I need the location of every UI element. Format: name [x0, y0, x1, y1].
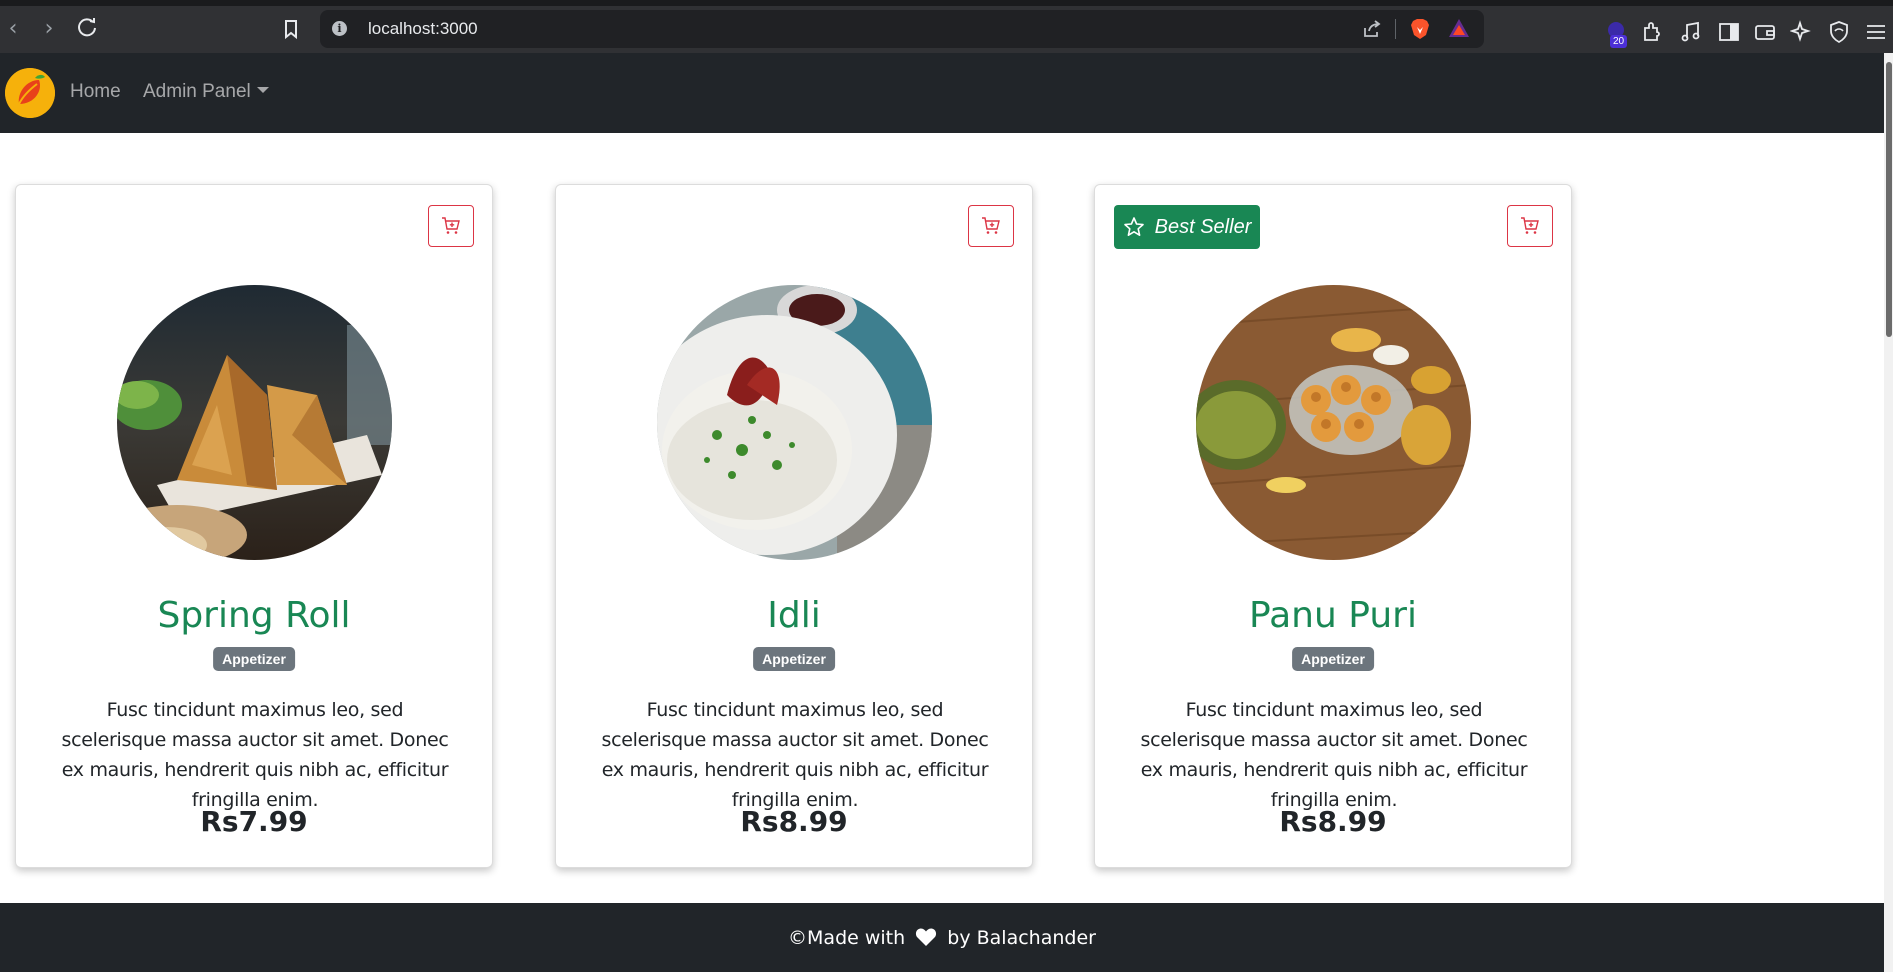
- item-description: Fusc tincidunt maximus leo, sed sceleris…: [1140, 699, 1528, 811]
- food-image: [657, 285, 932, 560]
- add-to-cart-button[interactable]: [1507, 205, 1553, 247]
- cart-plus-icon: [442, 217, 460, 234]
- bookmark-icon[interactable]: [280, 18, 302, 40]
- footer-suffix: by Balachander: [947, 927, 1096, 949]
- caret-down-icon: [256, 87, 269, 93]
- site-info-icon[interactable]: i: [332, 21, 347, 36]
- nav-admin-dropdown[interactable]: Admin Panel: [143, 81, 269, 103]
- star-icon: [1123, 217, 1144, 236]
- vpn-shield-icon[interactable]: [1827, 20, 1851, 44]
- add-to-cart-button[interactable]: [428, 205, 474, 247]
- url-text[interactable]: localhost:3000: [368, 19, 478, 39]
- food-image: [117, 285, 392, 560]
- category-badge: Appetizer: [753, 647, 835, 671]
- cart-plus-icon: [1521, 217, 1539, 234]
- sidebar-icon[interactable]: [1717, 20, 1741, 44]
- brand-logo[interactable]: [5, 68, 55, 118]
- back-icon[interactable]: ‹: [0, 16, 26, 42]
- brave-rewards-icon[interactable]: [1448, 18, 1470, 42]
- app-navbar: Home Admin Panel: [0, 53, 1884, 133]
- menu-card: Spring Roll Appetizer Fusc tincidunt max…: [15, 184, 493, 868]
- item-name: Panu Puri: [1249, 595, 1417, 636]
- add-to-cart-button[interactable]: [968, 205, 1014, 247]
- best-seller-label: Best Seller: [1154, 215, 1252, 238]
- share-icon[interactable]: [1362, 19, 1382, 43]
- footer-prefix: ©Made with: [788, 927, 906, 949]
- page-footer: ©Made with by Balachander: [0, 903, 1884, 972]
- puzzle-icon[interactable]: [1641, 20, 1665, 44]
- menu-icon[interactable]: [1864, 20, 1888, 44]
- brave-shields-icon[interactable]: [1410, 18, 1430, 44]
- menu-card: Best Seller Panu Puri Appetizer Fusc tin…: [1094, 184, 1572, 868]
- scrollbar-thumb[interactable]: [1886, 62, 1892, 337]
- food-image: [1196, 285, 1471, 560]
- browser-toolbar: ‹ › i localhost:3000 20: [0, 0, 1893, 53]
- toolbar-divider: [1395, 19, 1396, 39]
- item-description: Fusc tincidunt maximus leo, sed sceleris…: [61, 699, 449, 811]
- best-seller-badge: Best Seller: [1114, 205, 1260, 249]
- nav-admin-label: Admin Panel: [143, 81, 251, 102]
- extension-badge: 20: [1610, 35, 1628, 48]
- item-name: Spring Roll: [157, 595, 351, 636]
- heart-icon: [915, 906, 937, 976]
- item-name: Idli: [767, 595, 821, 636]
- item-price: Rs8.99: [740, 805, 848, 838]
- music-icon[interactable]: [1679, 20, 1703, 44]
- nav-home-link[interactable]: Home: [70, 81, 121, 103]
- wallet-icon[interactable]: [1753, 20, 1777, 44]
- menu-card: Idli Appetizer Fusc tincidunt maximus le…: [555, 184, 1033, 868]
- cart-plus-icon: [982, 217, 1000, 234]
- category-badge: Appetizer: [1292, 647, 1374, 671]
- category-badge: Appetizer: [213, 647, 295, 671]
- address-bar[interactable]: i localhost:3000: [320, 10, 1484, 48]
- leo-ai-icon[interactable]: [1789, 20, 1814, 44]
- forward-icon[interactable]: ›: [36, 16, 62, 42]
- item-price: Rs8.99: [1279, 805, 1387, 838]
- item-price: Rs7.99: [200, 805, 308, 838]
- reload-icon[interactable]: [74, 16, 100, 42]
- item-description: Fusc tincidunt maximus leo, sed sceleris…: [601, 699, 989, 811]
